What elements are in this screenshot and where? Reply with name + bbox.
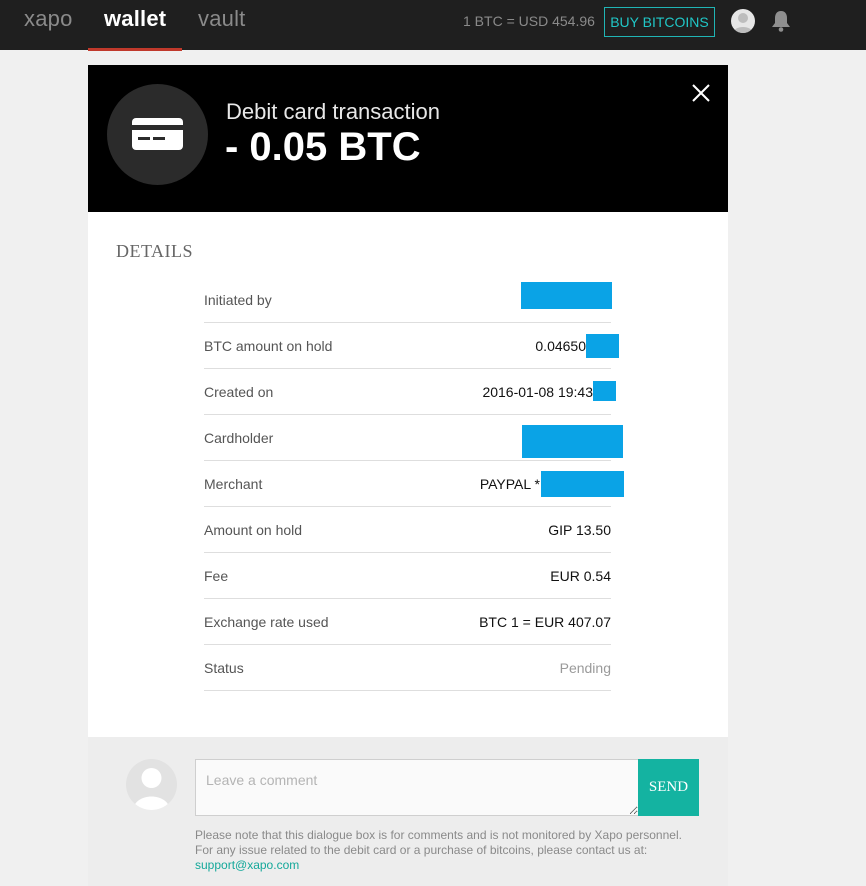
redaction-box (521, 282, 612, 309)
transaction-amount: - 0.05 BTC (225, 125, 421, 169)
detail-row-status: Status Pending (204, 645, 611, 691)
detail-value: EUR 0.54 (550, 568, 611, 584)
support-email-link[interactable]: support@xapo.com (195, 858, 705, 873)
notification-bell-icon[interactable] (771, 10, 791, 32)
detail-label: Cardholder (204, 430, 274, 446)
comment-disclaimer: Please note that this dialogue box is fo… (195, 828, 705, 873)
commenter-avatar-icon (126, 759, 177, 810)
detail-row-merchant: Merchant PAYPAL * (204, 461, 624, 507)
user-avatar-icon[interactable] (731, 9, 755, 33)
disclaimer-line-1: Please note that this dialogue box is fo… (195, 828, 682, 842)
transaction-title: Debit card transaction (226, 99, 440, 124)
transaction-dialog: Debit card transaction - 0.05 BTC DETAIL… (88, 65, 728, 886)
detail-row-initiated-by: Initiated by (204, 277, 612, 323)
active-tab-underline (88, 48, 182, 51)
nav-vault[interactable]: vault (198, 6, 245, 32)
detail-label: Merchant (204, 476, 263, 492)
detail-row-btc-amount-on-hold: BTC amount on hold 0.04650 (204, 323, 619, 369)
top-navigation-bar: xapo wallet vault 1 BTC = USD 454.96 BUY… (0, 0, 866, 51)
detail-value: 2016-01-08 19:43 (482, 384, 593, 400)
details-heading: DETAILS (116, 241, 194, 261)
dialog-header: Debit card transaction - 0.05 BTC (88, 65, 728, 212)
detail-value: PAYPAL * (479, 476, 540, 492)
buy-bitcoins-button[interactable]: BUY BITCOINS (604, 7, 715, 37)
detail-label: Status (204, 660, 244, 676)
status-value: Pending (559, 660, 611, 676)
detail-row-cardholder: Cardholder (204, 415, 623, 461)
redaction-box (593, 381, 616, 401)
close-icon[interactable] (690, 82, 712, 104)
detail-value: BTC 1 = EUR 407.07 (479, 614, 611, 630)
detail-row-amount-on-hold: Amount on hold GIP 13.50 (204, 507, 611, 553)
detail-row-fee: Fee EUR 0.54 (204, 553, 611, 599)
btc-usd-rate: 1 BTC = USD 454.96 (463, 13, 595, 29)
nav-wallet[interactable]: wallet (104, 6, 166, 32)
detail-label: Created on (204, 384, 274, 400)
nav-xapo[interactable]: xapo (24, 6, 73, 32)
comment-section: SEND Please note that this dialogue box … (88, 737, 728, 886)
detail-label: Exchange rate used (204, 614, 329, 630)
redaction-box (586, 334, 619, 358)
detail-label: BTC amount on hold (204, 338, 333, 354)
comment-input[interactable] (195, 759, 639, 816)
redaction-box (522, 425, 623, 458)
detail-row-exchange-rate: Exchange rate used BTC 1 = EUR 407.07 (204, 599, 611, 645)
detail-value: GIP 13.50 (548, 522, 611, 538)
send-button[interactable]: SEND (638, 759, 699, 816)
detail-label: Amount on hold (204, 522, 303, 538)
credit-card-icon (107, 84, 208, 185)
detail-row-created-on: Created on 2016-01-08 19:43 (204, 369, 616, 415)
detail-value: 0.04650 (535, 338, 586, 354)
details-table: Initiated by BTC amount on hold 0.04650 … (204, 277, 624, 691)
detail-label: Fee (204, 568, 229, 584)
detail-label: Initiated by (204, 292, 272, 308)
redaction-box (541, 471, 624, 497)
disclaimer-line-2: For any issue related to the debit card … (195, 843, 648, 857)
